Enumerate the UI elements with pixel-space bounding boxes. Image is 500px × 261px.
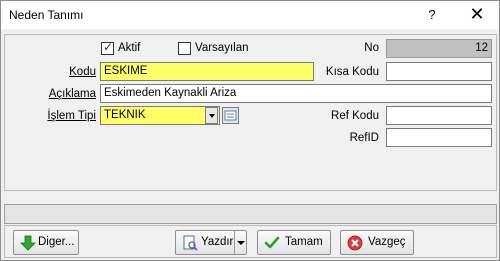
title-bar: Neden Tanımı ? ✕	[1, 1, 499, 29]
ref-id-label: RefID	[349, 132, 379, 144]
varsayilan-checkbox[interactable]	[178, 42, 191, 55]
islem-tipi-label: İşlem Tipi	[5, 110, 96, 122]
yazdir-button-label: Yazdır	[201, 236, 234, 248]
dialog-window: Neden Tanımı ? ✕ Aktif Varsayılan No 12 …	[0, 0, 500, 261]
islem-tipi-dropdown-button[interactable]	[205, 107, 218, 124]
close-button[interactable]: ✕	[455, 1, 499, 29]
islem-tipi-label-text: İşlem Tipi	[47, 110, 96, 122]
ref-kodu-input[interactable]	[386, 106, 492, 125]
vazgec-button[interactable]: Vazgeç	[340, 230, 414, 255]
form-panel: Aktif Varsayılan No 12 Kodu ESKIME Kısa …	[4, 34, 497, 191]
button-bar: Diger... Yazdır Tamam Vazgeç	[4, 225, 497, 258]
help-button[interactable]: ?	[417, 1, 447, 29]
cancel-icon	[347, 235, 363, 251]
tamam-button-label: Tamam	[285, 236, 323, 248]
islem-tipi-lookup-button[interactable]	[222, 107, 239, 124]
kodu-label: Kodu	[5, 66, 96, 78]
vazgec-button-label: Vazgeç	[368, 236, 406, 248]
aciklama-input[interactable]: Eskimeden Kaynakli Ariza	[100, 84, 492, 103]
islem-tipi-select[interactable]: TEKNIK	[100, 106, 220, 125]
no-label: No	[364, 42, 379, 54]
diger-button[interactable]: Diger...	[13, 230, 79, 255]
tamam-button[interactable]: Tamam	[257, 230, 331, 255]
kodu-input[interactable]: ESKIME	[100, 62, 314, 81]
diger-button-label: Diger...	[38, 236, 75, 248]
aktif-label: Aktif	[118, 42, 141, 54]
yazdir-dropdown-arrow[interactable]	[234, 231, 246, 254]
no-field: 12	[386, 39, 492, 58]
checkmark-icon	[264, 236, 280, 249]
aktif-checkbox[interactable]	[101, 40, 114, 55]
aciklama-label: Açıklama	[5, 88, 96, 100]
varsayilan-label: Varsayılan	[195, 42, 249, 54]
kodu-label-text: Kodu	[69, 66, 96, 78]
window-title: Neden Tanımı	[9, 8, 84, 22]
print-preview-icon	[183, 235, 198, 251]
kisa-kodu-label: Kısa Kodu	[325, 66, 379, 78]
ref-kodu-label: Ref Kodu	[331, 110, 379, 122]
aciklama-label-text: Açıklama	[48, 88, 96, 100]
lookup-icon	[224, 110, 237, 121]
arrow-down-icon	[20, 235, 36, 251]
yazdir-button[interactable]: Yazdır	[175, 230, 247, 255]
ref-id-input[interactable]	[386, 128, 492, 147]
status-bar	[4, 204, 497, 224]
kisa-kodu-input[interactable]	[386, 62, 492, 81]
